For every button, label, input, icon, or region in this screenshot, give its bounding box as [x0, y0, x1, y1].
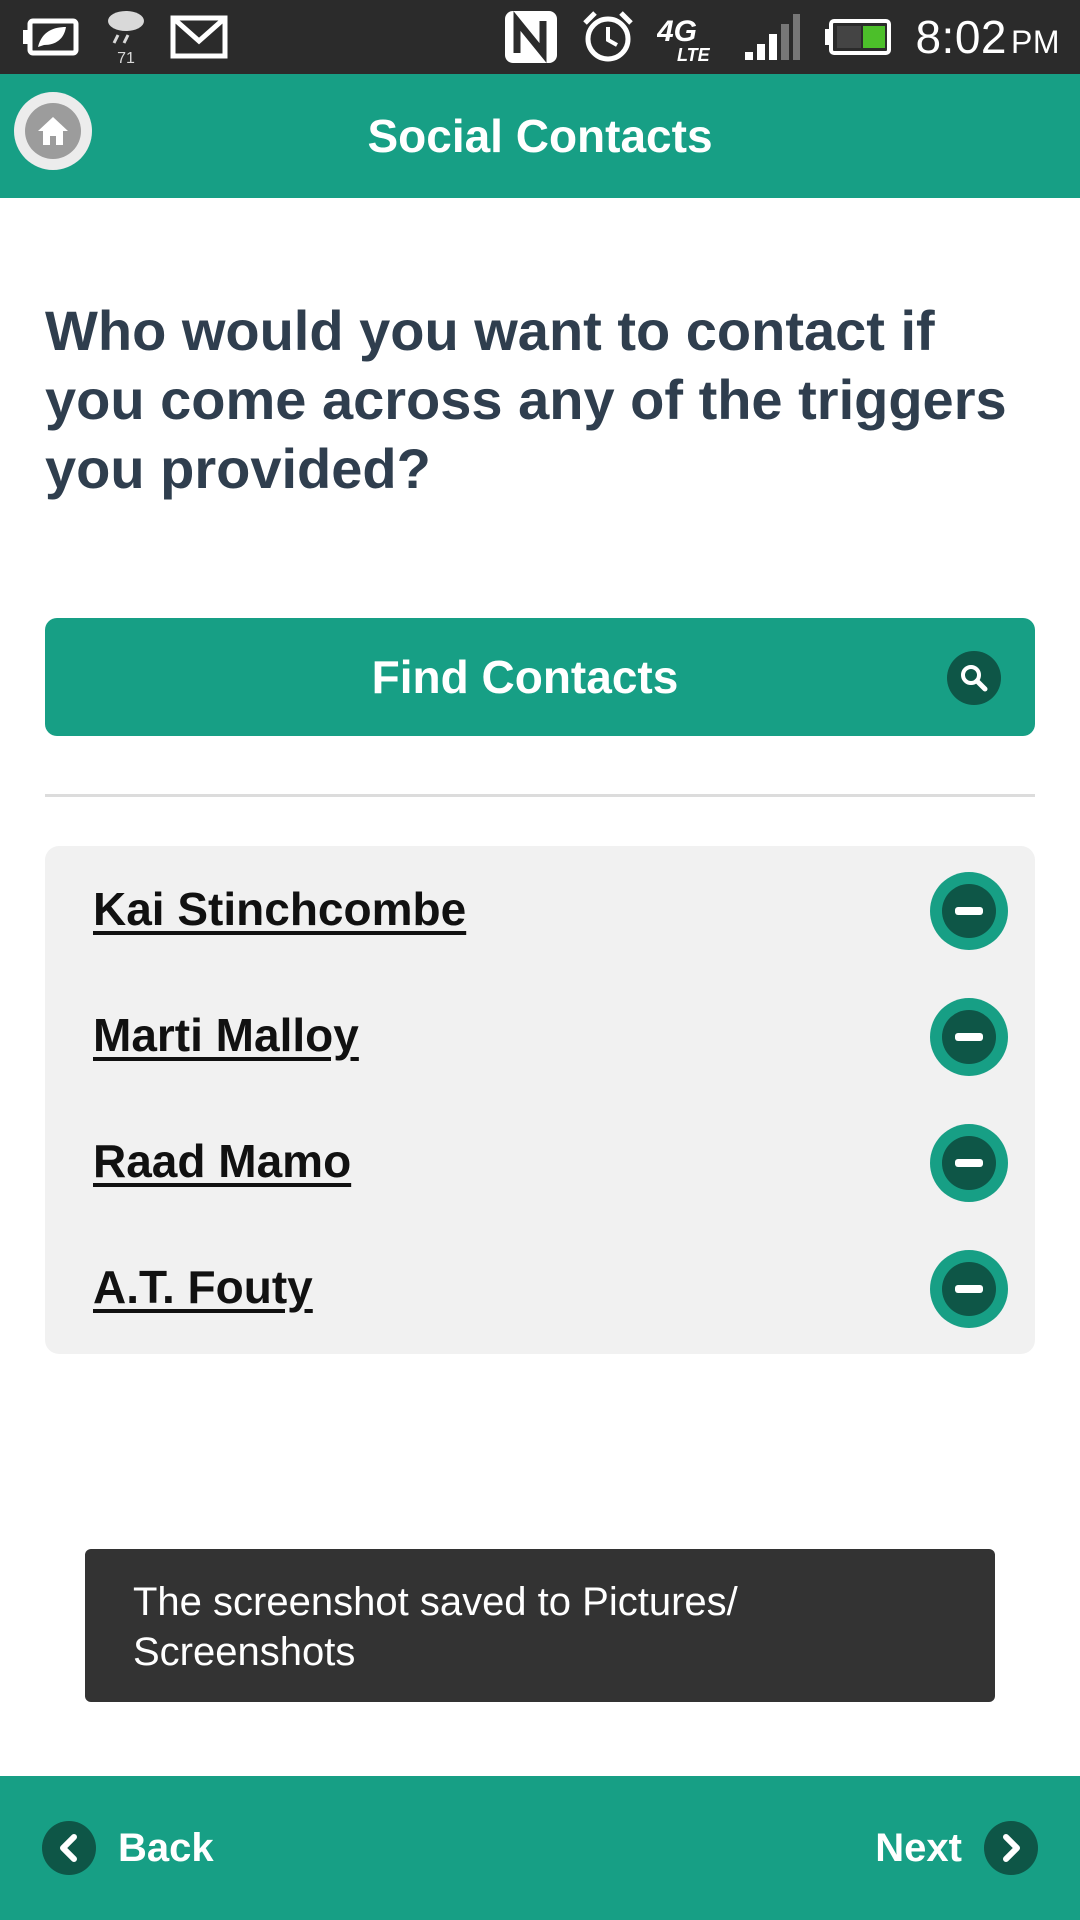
- svg-text:LTE: LTE: [677, 45, 711, 63]
- contact-name-link[interactable]: Kai Stinchcombe: [93, 882, 466, 936]
- status-bar: 71 4G LTE 8:02 PM: [0, 0, 1080, 74]
- remove-contact-button[interactable]: [930, 872, 1008, 950]
- weather-temp: 71: [117, 50, 135, 67]
- bottom-nav-bar: Back Next: [0, 1776, 1080, 1920]
- battery-icon: [823, 7, 893, 67]
- list-item: Marti Malloy: [45, 972, 1035, 1098]
- minus-icon: [942, 884, 996, 938]
- list-item: Kai Stinchcombe: [45, 846, 1035, 972]
- toast-notification: The screenshot saved to Pictures/ Screen…: [85, 1549, 995, 1702]
- status-time-ampm: PM: [1011, 24, 1060, 60]
- alarm-icon: [581, 7, 635, 67]
- list-item: A.T. Fouty: [45, 1224, 1035, 1350]
- chevron-left-icon: [42, 1821, 96, 1875]
- remove-contact-button[interactable]: [930, 1124, 1008, 1202]
- page-title: Social Contacts: [367, 110, 713, 162]
- app-bar: Social Contacts: [0, 74, 1080, 198]
- find-contacts-button[interactable]: Find Contacts: [45, 618, 1035, 736]
- minus-icon: [942, 1136, 996, 1190]
- remove-contact-button[interactable]: [930, 1250, 1008, 1328]
- find-contacts-label: Find Contacts: [371, 651, 679, 703]
- remove-contact-button[interactable]: [930, 998, 1008, 1076]
- status-right-group: 4G LTE 8:02 PM: [503, 7, 1060, 67]
- status-time: 8:02 PM: [915, 10, 1060, 64]
- status-time-value: 8:02: [915, 11, 1007, 63]
- back-button[interactable]: Back: [42, 1820, 214, 1876]
- minus-icon: [942, 1262, 996, 1316]
- contact-name-link[interactable]: Marti Malloy: [93, 1008, 359, 1062]
- question-text: Who would you want to contact if you com…: [45, 299, 1007, 500]
- contact-name-link[interactable]: Raad Mamo: [93, 1134, 351, 1188]
- contact-name-link[interactable]: A.T. Fouty: [93, 1260, 313, 1314]
- minus-icon: [942, 1010, 996, 1064]
- back-label: Back: [118, 1825, 214, 1870]
- toast-message: The screenshot saved to Pictures/ Screen…: [133, 1580, 738, 1674]
- lte-icon: 4G LTE: [657, 7, 721, 67]
- gmail-icon: [170, 7, 228, 67]
- list-item: Raad Mamo: [45, 1098, 1035, 1224]
- status-left-group: 71: [20, 7, 228, 67]
- contact-list: Kai Stinchcombe Marti Malloy Raad Mamo A…: [45, 846, 1035, 1354]
- home-icon: [38, 117, 68, 145]
- chevron-right-icon: [984, 1821, 1038, 1875]
- next-button[interactable]: Next: [875, 1820, 1038, 1876]
- next-label: Next: [875, 1825, 962, 1870]
- signal-icon: [743, 7, 801, 67]
- weather-icon: 71: [104, 7, 148, 67]
- search-icon: [947, 651, 1001, 705]
- home-icon-badge: [25, 103, 81, 159]
- leaf-battery-saver-icon: [20, 7, 82, 67]
- nfc-icon: [503, 7, 559, 67]
- screen: 71 4G LTE 8:02 PM Social Contacts Who wo…: [0, 0, 1080, 1920]
- divider: [45, 794, 1035, 797]
- svg-text:4G: 4G: [657, 15, 697, 48]
- home-button[interactable]: [14, 92, 92, 170]
